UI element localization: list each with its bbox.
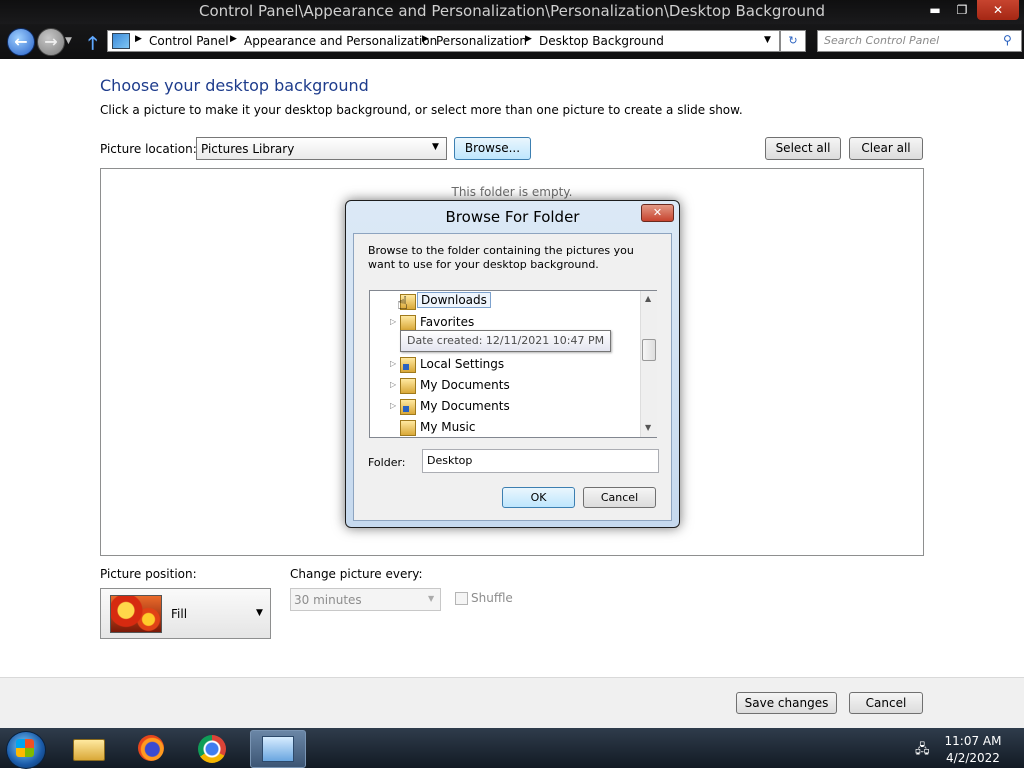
scroll-thumb[interactable] <box>642 339 656 361</box>
search-icon[interactable]: ⚲ <box>1003 33 1012 47</box>
picture-location-select[interactable]: Pictures Library ▼ <box>196 137 447 160</box>
folder-icon <box>73 739 105 761</box>
empty-folder-message: This folder is empty. <box>451 185 573 199</box>
firefox-icon <box>138 735 164 761</box>
tree-scrollbar[interactable]: ▲ ▼ <box>640 291 657 437</box>
browse-button[interactable]: Browse... <box>454 137 531 160</box>
dialog-title: Browse For Folder <box>445 208 580 226</box>
start-button[interactable] <box>6 731 46 769</box>
clock-date[interactable]: 4/2/2022 <box>935 751 1011 765</box>
expand-icon[interactable]: ▷ <box>390 401 396 410</box>
chrome-icon <box>198 735 226 763</box>
network-icon[interactable]: 🖧 <box>915 740 930 762</box>
ok-button[interactable]: OK <box>502 487 575 508</box>
expand-icon[interactable]: ▷ <box>390 359 396 368</box>
folder-icon <box>400 420 416 436</box>
address-history-dropdown[interactable]: ▼ <box>764 35 771 45</box>
folder-field[interactable]: Desktop <box>422 449 659 473</box>
tree-item-label: My Documents <box>420 378 510 392</box>
clear-all-button[interactable]: Clear all <box>849 137 923 160</box>
breadcrumb-separator[interactable]: ▶ <box>135 34 142 44</box>
breadcrumb-separator[interactable]: ▶ <box>230 34 237 44</box>
folder-label: Folder: <box>368 456 406 469</box>
control-panel-icon <box>262 736 294 762</box>
tree-item-label: My Music <box>420 420 476 434</box>
dialog-body: Browse to the folder containing the pict… <box>353 233 672 521</box>
change-interval-label: Change picture every: <box>290 567 423 581</box>
tree-item-local-settings[interactable]: ▷ Local Settings <box>370 354 638 375</box>
search-box[interactable]: Search Control Panel ⚲ <box>817 30 1022 52</box>
scroll-down-icon[interactable]: ▼ <box>645 423 651 432</box>
minimize-button[interactable]: ▬ <box>922 0 948 20</box>
breadcrumb-appearance[interactable]: Appearance and Personalization <box>244 34 437 48</box>
chevron-down-icon: ▼ <box>256 608 263 618</box>
tree-item-my-music[interactable]: My Music <box>370 417 638 438</box>
window-title: Control Panel\Appearance and Personaliza… <box>198 2 825 20</box>
picture-position-select[interactable]: Fill ▼ <box>100 588 271 639</box>
forward-button[interactable]: → <box>37 28 65 56</box>
back-button[interactable]: ← <box>7 28 35 56</box>
breadcrumb-desktop-background[interactable]: Desktop Background <box>539 34 664 48</box>
windows-logo-icon <box>16 739 34 757</box>
picture-position-value: Fill <box>171 607 188 621</box>
clock-time[interactable]: 11:07 AM <box>935 734 1011 748</box>
shortcut-folder-icon <box>400 399 416 415</box>
expand-icon[interactable]: ▷ <box>390 380 396 389</box>
address-bar[interactable]: ▶ Control Panel ▶ Appearance and Persona… <box>107 30 780 52</box>
breadcrumb-separator[interactable]: ▶ <box>422 34 429 44</box>
close-window-button[interactable]: ✕ <box>977 0 1019 20</box>
expand-icon[interactable]: ▷ <box>390 317 396 326</box>
tree-item-downloads[interactable]: Downloads <box>370 291 638 312</box>
chevron-down-icon: ▼ <box>432 142 439 152</box>
fill-preview-thumbnail <box>110 595 162 633</box>
breadcrumb-control-panel[interactable]: Control Panel <box>149 34 229 48</box>
tree-item-label: My Documents <box>420 399 510 413</box>
refresh-button[interactable]: ↻ <box>780 30 806 52</box>
folder-tree[interactable]: Downloads ▷ Favorites ▷ Local Settings ▷… <box>369 290 657 438</box>
picture-location-label: Picture location: <box>100 142 197 156</box>
chevron-down-icon: ▼ <box>428 594 435 603</box>
breadcrumb-separator[interactable]: ▶ <box>525 34 532 44</box>
shortcut-folder-icon <box>400 357 416 373</box>
control-panel-taskbar-button[interactable] <box>250 730 306 768</box>
cancel-button[interactable]: Cancel <box>849 692 923 714</box>
tree-item-my-documents[interactable]: ▷ My Documents <box>370 375 638 396</box>
picture-position-label: Picture position: <box>100 567 197 581</box>
tree-item-label: Downloads <box>417 292 491 308</box>
hand-cursor-icon: ☝ <box>397 293 408 314</box>
date-created-tooltip: Date created: 12/11/2021 10:47 PM <box>400 330 612 352</box>
control-panel-icon <box>112 33 130 49</box>
breadcrumb-personalization[interactable]: Personalization <box>436 34 527 48</box>
file-explorer-taskbar-button[interactable] <box>71 733 107 763</box>
tree-item-label: Local Settings <box>420 357 505 371</box>
chrome-taskbar-button[interactable] <box>194 733 230 763</box>
save-changes-button[interactable]: Save changes <box>736 692 837 714</box>
scroll-up-icon[interactable]: ▲ <box>645 294 651 303</box>
browse-for-folder-dialog: Browse For Folder ✕ Browse to the folder… <box>345 200 680 528</box>
shuffle-label[interactable]: Shuffle <box>471 591 513 605</box>
dialog-cancel-button[interactable]: Cancel <box>583 487 656 508</box>
folder-field-value: Desktop <box>427 454 473 467</box>
recent-pages-dropdown[interactable]: ▼ <box>65 36 72 46</box>
page-description: Click a picture to make it your desktop … <box>100 103 743 117</box>
select-all-button[interactable]: Select all <box>765 137 841 160</box>
change-interval-value: 30 minutes <box>294 593 362 607</box>
search-placeholder: Search Control Panel <box>824 34 940 47</box>
window-title-bar: Control Panel\Appearance and Personaliza… <box>0 0 1024 24</box>
firefox-taskbar-button[interactable] <box>133 733 169 763</box>
dialog-close-button[interactable]: ✕ <box>641 204 674 222</box>
restore-button[interactable]: ❐ <box>949 0 975 20</box>
page-title: Choose your desktop background <box>100 76 369 95</box>
picture-location-value: Pictures Library <box>201 142 295 156</box>
change-interval-select[interactable]: 30 minutes ▼ <box>290 588 441 611</box>
tree-item-label: Favorites <box>420 315 475 329</box>
documents-folder-icon <box>400 378 416 394</box>
shuffle-checkbox[interactable] <box>455 592 468 605</box>
dialog-description: Browse to the folder containing the pict… <box>368 244 634 271</box>
up-level-button[interactable]: 🡑 <box>88 31 97 61</box>
tree-item-my-documents-shortcut[interactable]: ▷ My Documents <box>370 396 638 417</box>
star-folder-icon <box>400 315 416 331</box>
